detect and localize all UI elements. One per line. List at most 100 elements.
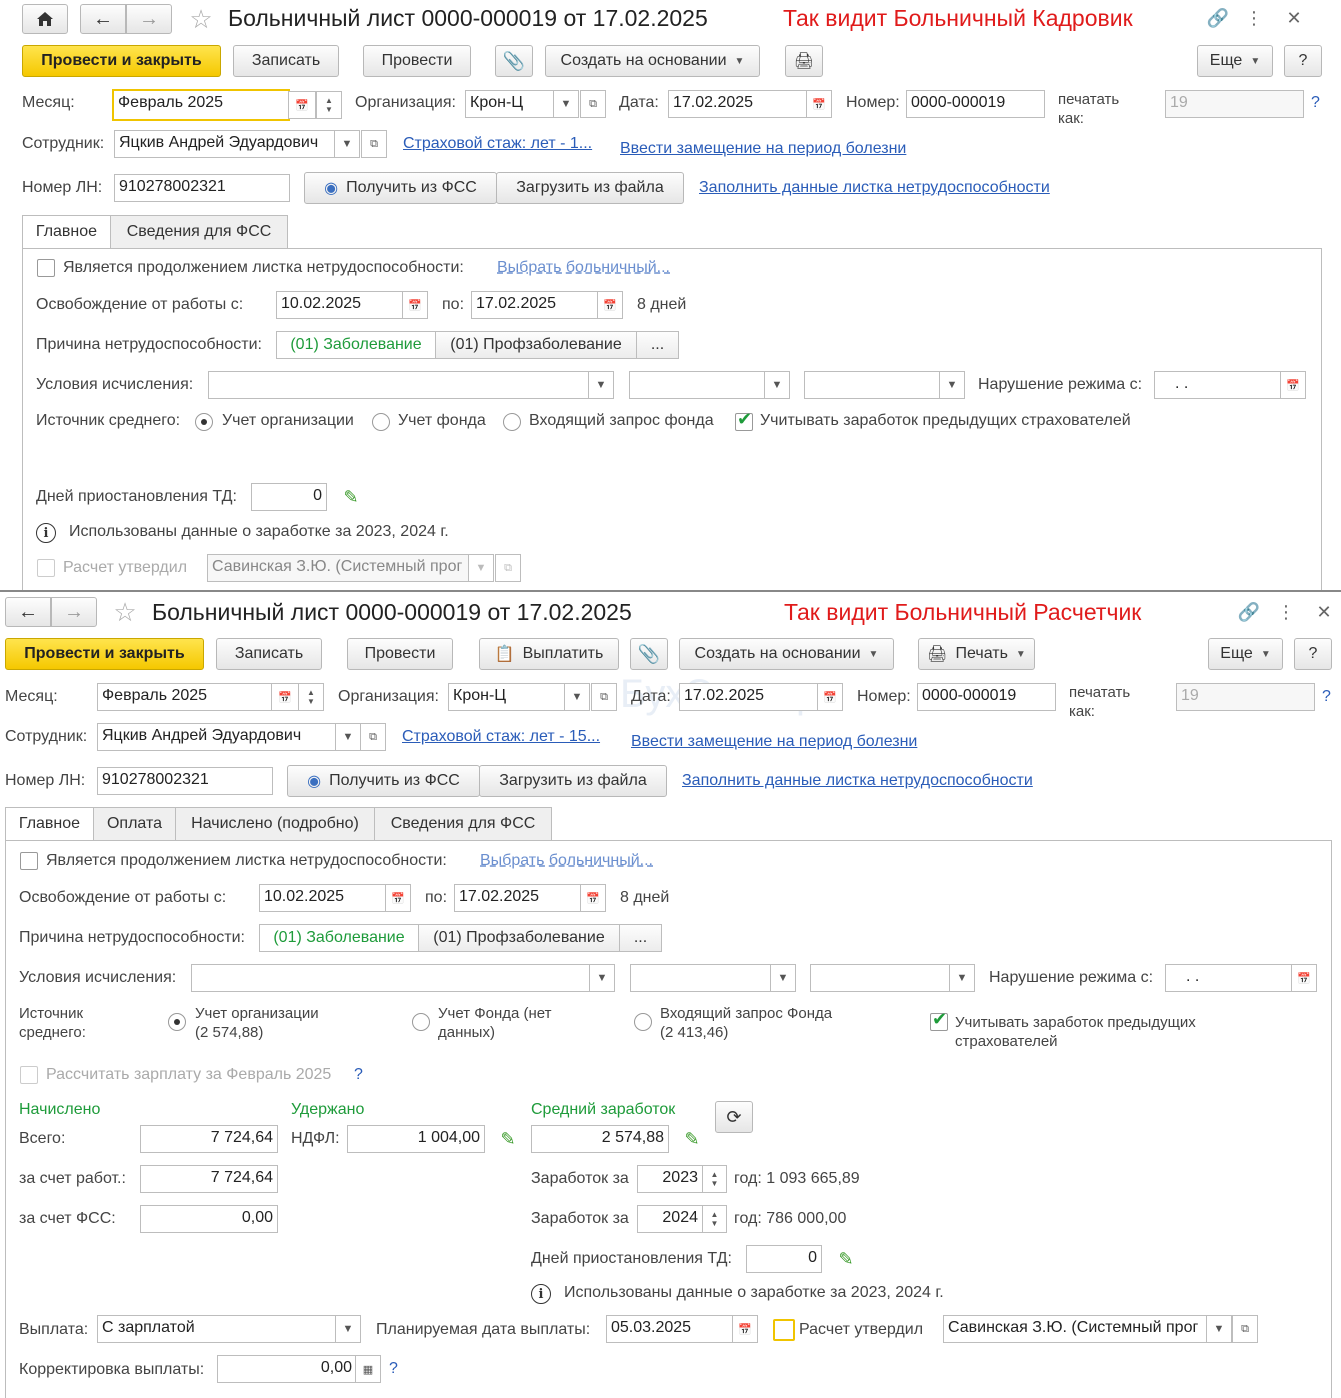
employee-open-button[interactable]: ⧉ xyxy=(361,130,387,158)
calculator-button[interactable]: ▦ xyxy=(355,1355,381,1383)
conditions-dropdown-3[interactable]: ▼ xyxy=(949,964,975,992)
number-field[interactable]: 0000-000019 xyxy=(906,90,1045,118)
org-dropdown-button[interactable]: ▼ xyxy=(564,683,590,711)
help-icon[interactable]: ? xyxy=(1311,94,1320,112)
pay-button[interactable]: 📋 Выплатить xyxy=(479,638,619,670)
create-based-button[interactable]: Создать на основании ▼ xyxy=(545,45,760,77)
calc-salary-checkbox[interactable] xyxy=(20,1066,38,1084)
date-field[interactable]: 17.02.2025 xyxy=(679,683,819,711)
help-icon[interactable]: ? xyxy=(389,1360,398,1378)
close-icon[interactable]: ✕ xyxy=(1312,600,1336,624)
conditions-dropdown-2[interactable]: ▼ xyxy=(764,371,790,399)
source-fund-radio[interactable] xyxy=(372,413,390,431)
release-from-field[interactable]: 10.02.2025 xyxy=(259,884,387,912)
release-to-field[interactable]: 17.02.2025 xyxy=(454,884,582,912)
year1-spin-button[interactable]: ▲ ▼ xyxy=(702,1165,727,1193)
correction-field[interactable]: 0,00 xyxy=(217,1355,357,1383)
release-from-calendar-button[interactable]: 📅 xyxy=(385,884,411,912)
back-button[interactable]: ← xyxy=(80,4,126,34)
fill-sick-leave-link[interactable]: Заполнить данные листка нетрудоспособнос… xyxy=(682,772,1033,790)
employee-dropdown-button[interactable]: ▼ xyxy=(334,130,360,158)
conditions-field-3[interactable] xyxy=(804,371,941,399)
conditions-field-2[interactable] xyxy=(629,371,766,399)
date-field[interactable]: 17.02.2025 xyxy=(668,90,808,118)
conditions-dropdown-1[interactable]: ▼ xyxy=(589,964,615,992)
avg-earnings-field[interactable]: 2 574,88 xyxy=(531,1125,669,1153)
post-button[interactable]: Провести xyxy=(363,45,471,77)
refresh-button[interactable]: ⟳ xyxy=(715,1101,753,1133)
tab-fss-info[interactable]: Сведения для ФСС xyxy=(374,807,552,841)
pencil-icon[interactable]: ✎ xyxy=(835,1247,857,1271)
close-icon[interactable]: ✕ xyxy=(1282,6,1306,30)
help-icon[interactable]: ? xyxy=(1322,688,1331,706)
help-button[interactable]: ? xyxy=(1294,638,1332,670)
attach-button[interactable]: 📎 xyxy=(630,638,668,670)
print-as-field[interactable]: 19 xyxy=(1165,90,1304,118)
back-button[interactable]: ← xyxy=(5,597,51,627)
release-from-calendar-button[interactable]: 📅 xyxy=(402,291,428,319)
source-request-radio[interactable] xyxy=(503,413,521,431)
conditions-field-1[interactable] xyxy=(191,964,591,992)
payout-field[interactable]: С зарплатой xyxy=(97,1315,337,1343)
more-vertical-icon[interactable]: ⋮ xyxy=(1276,600,1296,624)
pencil-icon[interactable]: ✎ xyxy=(681,1127,703,1151)
get-from-fss-button[interactable]: ◉ Получить из ФСС xyxy=(287,765,480,797)
plan-date-field[interactable]: 05.03.2025 xyxy=(606,1315,734,1343)
reason-illness-button[interactable]: (01) Заболевание xyxy=(259,924,419,952)
reason-more-button[interactable]: ... xyxy=(619,924,662,952)
pencil-icon[interactable]: ✎ xyxy=(497,1127,519,1151)
tab-main[interactable]: Главное xyxy=(5,807,94,841)
calendar-button[interactable]: 📅 xyxy=(288,91,316,119)
earnings-year2-field[interactable]: 2024 xyxy=(637,1205,703,1233)
load-from-file-button[interactable]: Загрузить из файла xyxy=(496,172,684,204)
conditions-field-3[interactable] xyxy=(810,964,951,992)
print-button[interactable]: 🖨 Печать ▼ xyxy=(918,638,1035,670)
total-field[interactable]: 7 724,64 xyxy=(140,1125,278,1153)
approved-field[interactable]: Савинская З.Ю. (Системный прог xyxy=(943,1315,1208,1343)
month-spin-button[interactable]: ▲ ▼ xyxy=(316,91,342,119)
employer-field[interactable]: 7 724,64 xyxy=(140,1165,278,1193)
source-org-radio[interactable] xyxy=(168,1013,186,1031)
violation-field[interactable]: . . xyxy=(1165,964,1293,992)
star-icon[interactable]: ☆ xyxy=(186,4,216,34)
continuation-checkbox[interactable] xyxy=(37,259,55,277)
employee-field[interactable]: Яцкив Андрей Эдуардович xyxy=(114,130,336,158)
insurance-period-link[interactable]: Страховой стаж: лет - 1... xyxy=(403,135,592,153)
link-icon[interactable]: 🔗 xyxy=(1237,600,1261,624)
save-button[interactable]: Записать xyxy=(233,45,339,77)
create-based-button[interactable]: Создать на основании ▼ xyxy=(679,638,894,670)
approved-field[interactable]: Савинская З.Ю. (Системный прог xyxy=(207,554,470,582)
continuation-checkbox[interactable] xyxy=(20,852,38,870)
forward-button[interactable]: → xyxy=(51,597,97,627)
source-fund-radio[interactable] xyxy=(412,1013,430,1031)
conditions-dropdown-2[interactable]: ▼ xyxy=(770,964,796,992)
print-as-field[interactable]: 19 xyxy=(1176,683,1315,711)
substitute-link[interactable]: Ввести замещение на период болезни xyxy=(631,733,917,751)
print-button[interactable]: 🖨 xyxy=(785,45,823,77)
get-from-fss-button[interactable]: ◉ Получить из ФСС xyxy=(304,172,497,204)
date-calendar-button[interactable]: 📅 xyxy=(806,90,832,118)
suspension-field[interactable]: 0 xyxy=(746,1245,822,1273)
save-button[interactable]: Записать xyxy=(216,638,322,670)
org-open-button[interactable]: ⧉ xyxy=(591,683,617,711)
org-open-button[interactable]: ⧉ xyxy=(580,90,606,118)
post-button[interactable]: Провести xyxy=(347,638,453,670)
date-calendar-button[interactable]: 📅 xyxy=(817,683,843,711)
number-field[interactable]: 0000-000019 xyxy=(917,683,1056,711)
approved-dropdown-button[interactable]: ▼ xyxy=(1206,1315,1232,1343)
approved-checkbox[interactable] xyxy=(37,559,55,577)
reason-occupational-button[interactable]: (01) Профзаболевание xyxy=(435,331,637,359)
more-button[interactable]: Еще ▼ xyxy=(1197,45,1273,77)
plan-date-calendar-button[interactable]: 📅 xyxy=(732,1315,758,1343)
post-and-close-button[interactable]: Провести и закрыть xyxy=(5,638,204,670)
load-from-file-button[interactable]: Загрузить из файла xyxy=(479,765,667,797)
conditions-dropdown-3[interactable]: ▼ xyxy=(939,371,965,399)
approved-open-button[interactable]: ⧉ xyxy=(495,554,521,582)
violation-calendar-button[interactable]: 📅 xyxy=(1291,964,1317,992)
reason-more-button[interactable]: ... xyxy=(636,331,679,359)
month-field[interactable]: Февраль 2025 xyxy=(112,89,290,121)
suspension-field[interactable]: 0 xyxy=(251,483,327,511)
fss-field[interactable]: 0,00 xyxy=(140,1205,278,1233)
tab-main[interactable]: Главное xyxy=(22,215,111,249)
earnings-year1-field[interactable]: 2023 xyxy=(637,1165,703,1193)
